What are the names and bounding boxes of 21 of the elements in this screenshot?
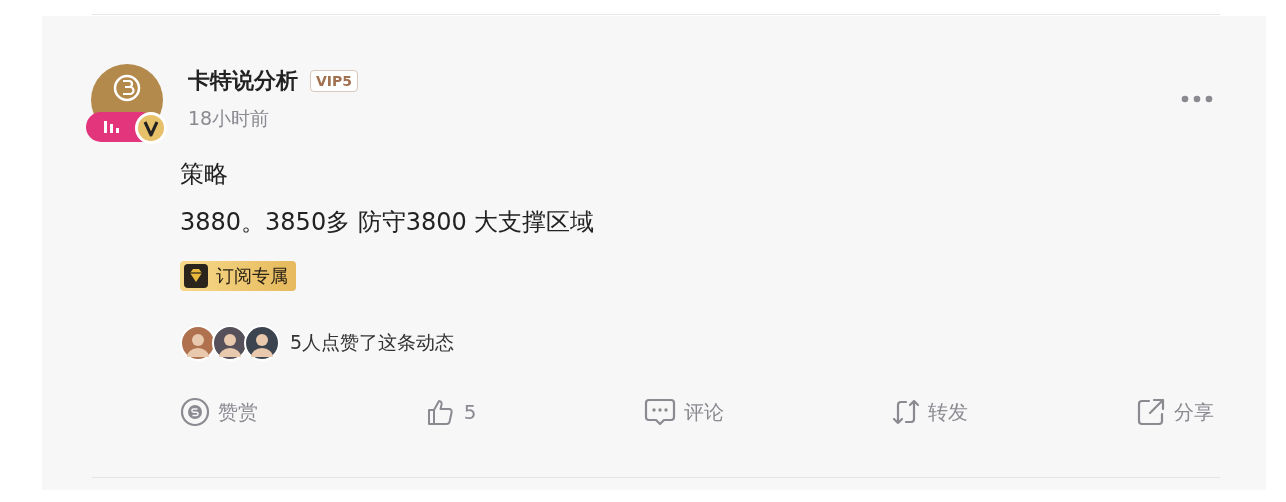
reward-button[interactable]: 赞赏: [180, 397, 258, 427]
avatar-drawing[interactable]: [86, 64, 168, 146]
share-button[interactable]: 分享: [1136, 397, 1214, 427]
post-text: 策略: [180, 159, 229, 190]
more-icon[interactable]: [1180, 94, 1214, 104]
repost-button[interactable]: 转发: [892, 397, 969, 427]
comment-icon: [644, 397, 677, 427]
likes-summary: 5人点赞了这条动态: [290, 330, 455, 355]
like-button[interactable]: 5: [425, 397, 477, 427]
exclusive-tag: 订阅专属: [180, 261, 296, 291]
liker-avatar[interactable]: [212, 325, 248, 361]
thumbs-up-icon: [425, 397, 456, 427]
post-time: 18小时前: [188, 106, 271, 131]
coin-icon: [180, 397, 210, 427]
share-icon: [1136, 397, 1166, 427]
liker-avatar[interactable]: [244, 325, 280, 361]
comment-button[interactable]: 评论: [644, 397, 725, 427]
vip-level-badge: VIP5: [310, 70, 359, 92]
post-text: 3880。3850多 防守3800 大支撑区域: [180, 207, 596, 238]
repost-icon: [892, 397, 921, 427]
author-name[interactable]: 卡特说分析: [188, 66, 298, 96]
